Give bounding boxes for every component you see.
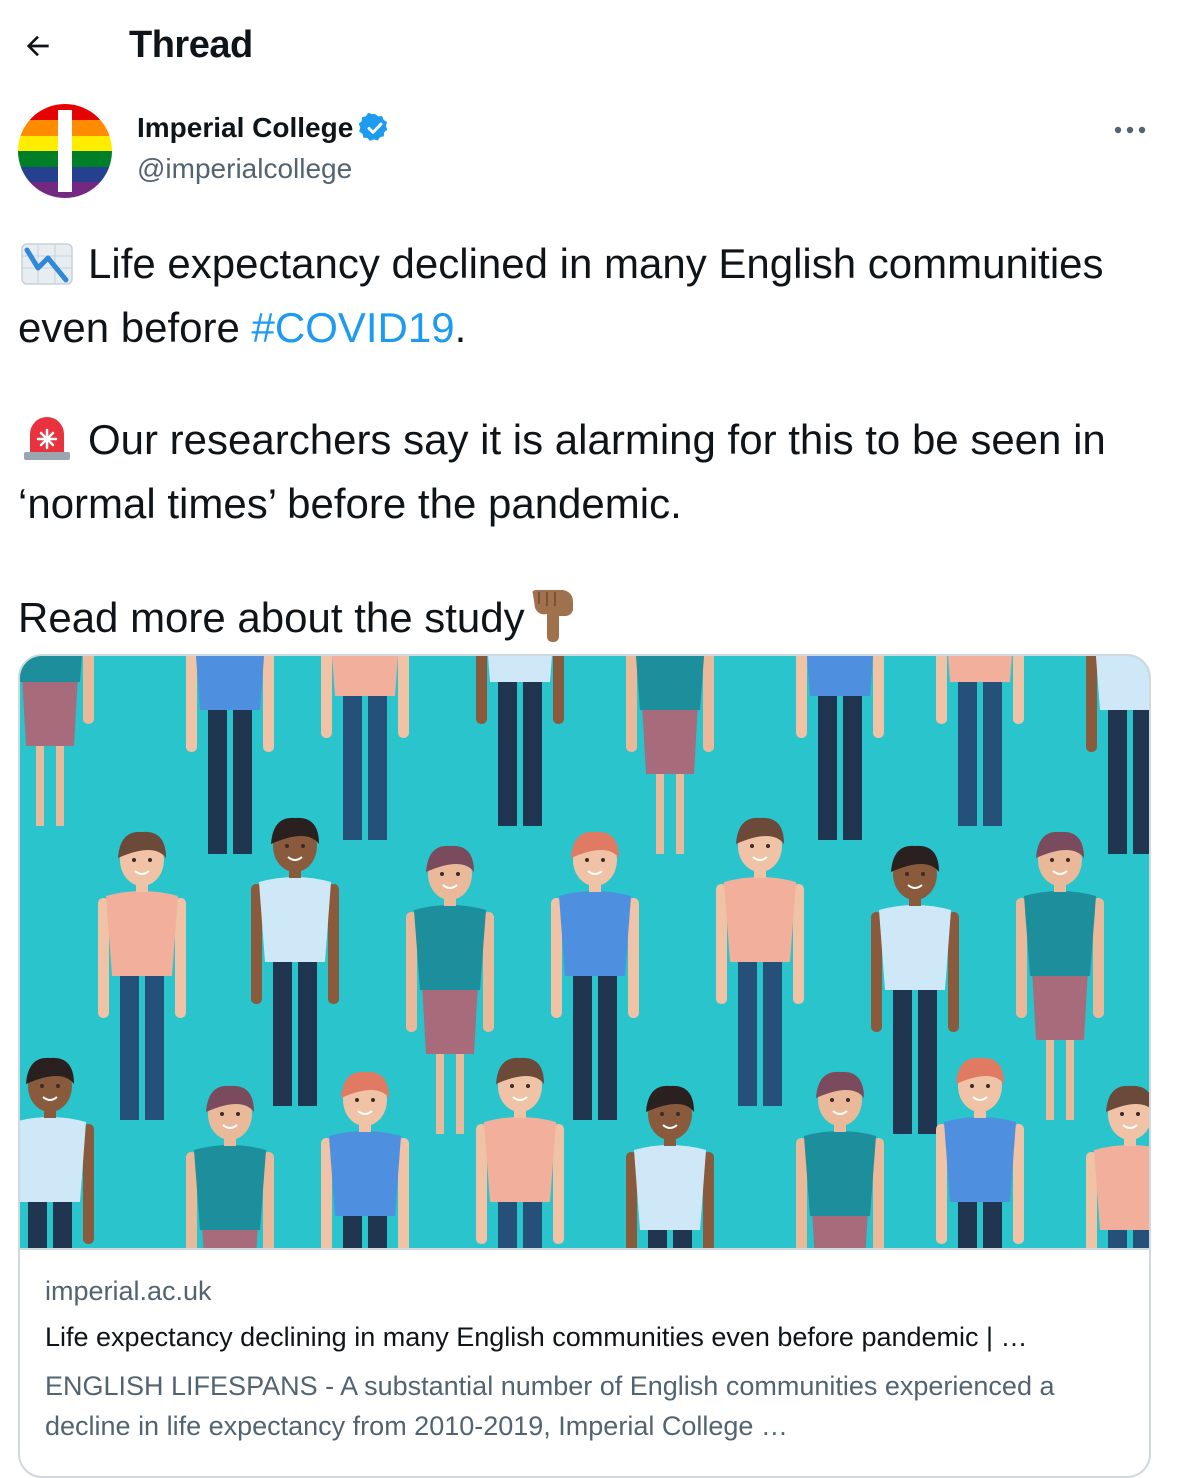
tweet-line1-pre: Life expectancy declined in many English…	[18, 240, 1104, 351]
card-title: Life expectancy declining in many Englis…	[45, 1322, 1028, 1352]
person-figure	[1032, 970, 1088, 1040]
author-name-row[interactable]: Imperial College	[137, 112, 391, 144]
people-illustration	[20, 656, 1149, 1248]
rainbow-logo-icon	[18, 104, 112, 198]
link-preview-card[interactable]: imperial.ac.uk Life expectancy declining…	[18, 654, 1151, 1478]
tweet-text: Life expectancy declined in many English…	[18, 236, 1158, 658]
verified-badge-icon	[359, 112, 388, 141]
more-options-button[interactable]	[1108, 112, 1152, 148]
police-light-icon	[18, 414, 76, 476]
arrow-left-icon	[26, 35, 49, 57]
page-title: Thread	[129, 24, 253, 66]
avatar[interactable]	[18, 104, 112, 198]
tweet-line1-post: .	[454, 304, 467, 351]
author-name[interactable]: Imperial College	[137, 112, 353, 144]
tweet-paragraph-3: Read more about the study	[18, 588, 1158, 658]
card-image[interactable]	[20, 656, 1149, 1250]
card-description: ENGLISH LIFESPANS - A substantial number…	[45, 1371, 1055, 1441]
card-domain: imperial.ac.uk	[45, 1276, 212, 1306]
chart-decreasing-icon	[18, 242, 76, 300]
pointing-down-icon	[527, 588, 579, 658]
hashtag-link[interactable]: #COVID19	[252, 304, 455, 351]
tweet-line2: Our researchers say it is alarming for t…	[18, 416, 1106, 527]
thread-header: Thread	[0, 0, 1186, 92]
person-figure	[22, 676, 78, 746]
tweet-line3: Read more about the study	[18, 594, 525, 641]
person-figure	[422, 984, 478, 1054]
back-button[interactable]	[18, 26, 58, 66]
tweet-paragraph-1: Life expectancy declined in many English…	[18, 236, 1158, 356]
person-figure	[642, 704, 698, 774]
author-handle[interactable]: @imperialcollege	[137, 153, 352, 185]
tweet-paragraph-2: Our researchers say it is alarming for t…	[18, 412, 1158, 532]
more-horizontal-icon	[1114, 126, 1146, 134]
